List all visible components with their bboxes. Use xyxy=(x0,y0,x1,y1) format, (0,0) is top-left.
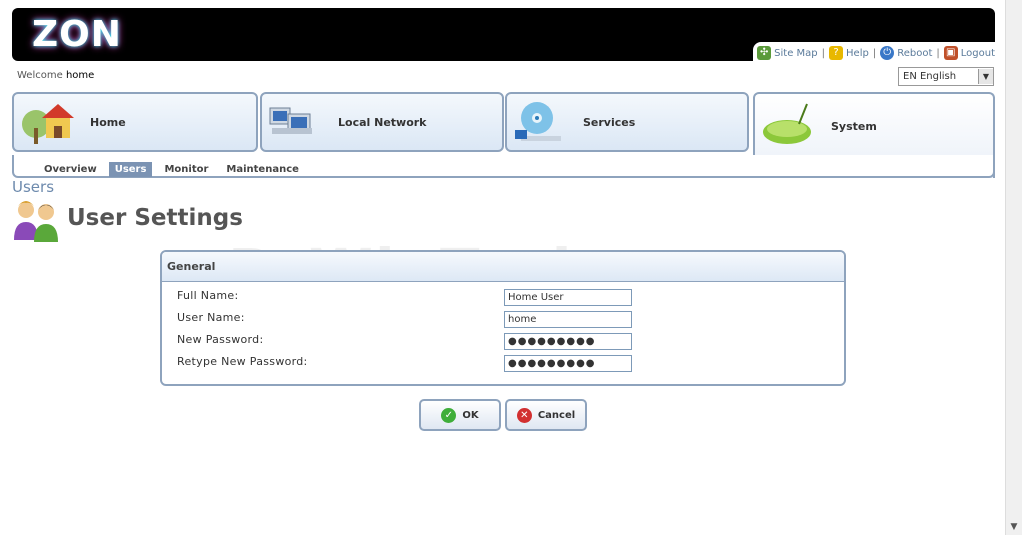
language-select[interactable]: EN English ▼ xyxy=(898,67,994,86)
power-icon: ⏻ xyxy=(880,46,895,60)
computers-icon xyxy=(266,98,322,146)
subtab-users[interactable]: Users xyxy=(108,162,153,177)
subtab-overview[interactable]: Overview xyxy=(38,162,103,177)
retype-password-field[interactable]: ●●●●●●●●● xyxy=(504,355,632,372)
full-name-label: Full Name: xyxy=(177,289,239,302)
check-icon: ✓ xyxy=(441,407,457,423)
users-icon xyxy=(12,198,62,242)
subtab-maintenance[interactable]: Maintenance xyxy=(220,162,305,177)
ok-button[interactable]: ✓ OK xyxy=(419,399,501,431)
new-password-label: New Password: xyxy=(177,333,264,346)
tab-home[interactable]: Home xyxy=(12,92,258,152)
panel-legend: General xyxy=(162,252,844,282)
new-password-field[interactable]: ●●●●●●●●● xyxy=(504,333,632,350)
help-icon: ? xyxy=(829,46,844,60)
user-name-field[interactable]: home xyxy=(504,311,632,328)
disc-icon xyxy=(511,98,567,146)
home-icon xyxy=(18,98,74,146)
retype-password-label: Retype New Password: xyxy=(177,355,308,368)
chevron-down-icon[interactable]: ▼ xyxy=(978,69,993,84)
router-icon xyxy=(759,100,815,148)
top-links: ✣ Site Map | ? Help | ⏻ Reboot | ▣ Logou… xyxy=(757,44,995,62)
help-link[interactable]: ? Help xyxy=(829,46,869,60)
subtab-monitor[interactable]: Monitor xyxy=(158,162,214,177)
subnav: Overview Users Monitor Maintenance xyxy=(38,162,311,177)
zon-logo[interactable]: ZON xyxy=(32,14,122,55)
tab-local-network[interactable]: Local Network xyxy=(260,92,504,152)
logout-link[interactable]: ▣ Logout xyxy=(943,46,995,60)
page-title: User Settings xyxy=(67,205,243,231)
welcome-user: home xyxy=(65,70,95,81)
general-panel: General Full Name: User Name: New Passwo… xyxy=(160,250,846,386)
reboot-link[interactable]: ⏻ Reboot xyxy=(880,46,932,60)
scroll-down-icon[interactable]: ▼ xyxy=(1008,521,1020,533)
vertical-scrollbar[interactable]: ▼ xyxy=(1005,0,1022,535)
cancel-button[interactable]: ✕ Cancel xyxy=(505,399,587,431)
logout-icon: ▣ xyxy=(943,46,958,60)
tab-services[interactable]: Services xyxy=(505,92,749,152)
welcome-text: Welcome home xyxy=(17,70,95,81)
close-icon: ✕ xyxy=(516,407,532,423)
breadcrumb-section: Users xyxy=(12,178,55,196)
sitemap-icon: ✣ xyxy=(757,46,772,60)
user-name-label: User Name: xyxy=(177,311,245,324)
full-name-field[interactable]: Home User xyxy=(504,289,632,306)
site-map-link[interactable]: ✣ Site Map xyxy=(757,46,818,60)
